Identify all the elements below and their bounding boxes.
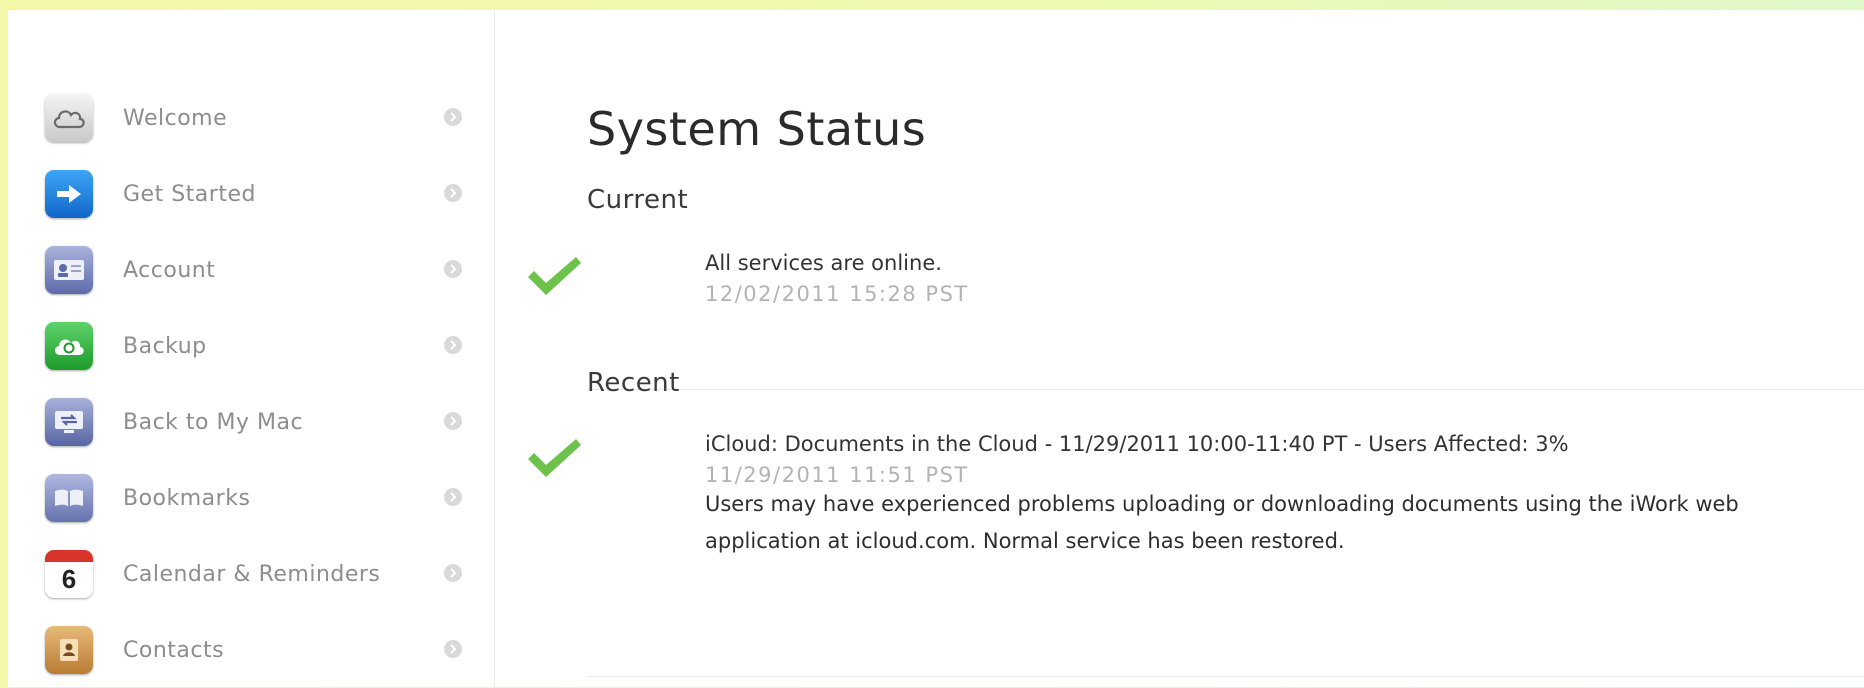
recent-section-title: Recent — [587, 368, 680, 398]
chevron-right-icon — [444, 184, 462, 202]
chevron-right-icon — [444, 412, 462, 430]
back-to-my-mac-icon — [45, 398, 93, 446]
sidebar-item-label: Calendar & Reminders — [123, 562, 381, 587]
recent-status-time: 11/29/2011 11:51 PST — [705, 463, 969, 487]
chevron-right-icon — [444, 564, 462, 582]
recent-status-description: Users may have experienced problems uplo… — [705, 492, 1739, 553]
bookmarks-icon — [45, 474, 93, 522]
page-title: System Status — [587, 102, 927, 156]
sidebar-item-account[interactable]: Account — [8, 232, 494, 308]
chevron-right-icon — [444, 488, 462, 506]
recent-status-title: iCloud: Documents in the Cloud - 11/29/2… — [705, 432, 1569, 456]
checkmark-icon — [528, 439, 581, 477]
sidebar-item-label: Back to My Mac — [123, 410, 304, 435]
sidebar-item-contacts[interactable]: Contacts — [8, 612, 494, 688]
section-divider — [587, 389, 1864, 390]
sidebar-item-label: Welcome — [123, 106, 228, 131]
current-section-title: Current — [587, 185, 689, 215]
sidebar-item-label: Backup — [123, 334, 207, 359]
chevron-right-icon — [444, 260, 462, 278]
contacts-icon — [45, 626, 93, 674]
icloud-icon — [45, 94, 93, 142]
sidebar-item-label: Account — [123, 258, 216, 283]
calendar-day: 6 — [61, 564, 77, 594]
sidebar-item-back-to-my-mac[interactable]: Back to My Mac — [8, 384, 494, 460]
sidebar-item-welcome[interactable]: Welcome — [8, 80, 494, 156]
sidebar-item-label: Get Started — [123, 182, 256, 207]
sidebar-item-backup[interactable]: Backup — [8, 308, 494, 384]
chevron-right-icon — [444, 336, 462, 354]
current-status-time: 12/02/2011 15:28 PST — [705, 282, 969, 306]
sidebar-item-label: Contacts — [123, 638, 225, 663]
backup-icon — [45, 322, 93, 370]
sidebar: Welcome Get Started Account Backup Back … — [8, 10, 495, 687]
section-divider — [587, 676, 1864, 677]
checkmark-icon — [528, 257, 581, 295]
calendar-icon: 6 — [45, 550, 93, 598]
sidebar-item-get-started[interactable]: Get Started — [8, 156, 494, 232]
sidebar-item-label: Bookmarks — [123, 486, 251, 511]
calendar-header — [45, 550, 93, 562]
sidebar-item-calendar-reminders[interactable]: 6 Calendar & Reminders — [8, 536, 494, 612]
chevron-right-icon — [444, 640, 462, 658]
chevron-right-icon — [444, 108, 462, 126]
app-window: Welcome Get Started Account Backup Back … — [8, 10, 1864, 687]
sidebar-list: Welcome Get Started Account Backup Back … — [8, 80, 494, 688]
main-content: System Status Current All services are o… — [494, 10, 1864, 687]
current-status-title: All services are online. — [705, 251, 942, 275]
sidebar-item-bookmarks[interactable]: Bookmarks — [8, 460, 494, 536]
account-card-icon — [45, 246, 93, 294]
arrow-icon — [45, 170, 93, 218]
